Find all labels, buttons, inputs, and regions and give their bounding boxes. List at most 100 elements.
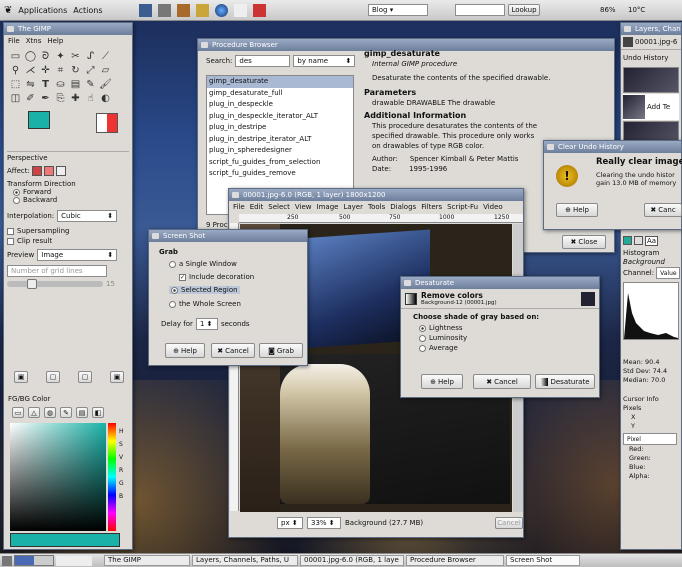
taskbar-item-layers[interactable]: Layers, Channels, Paths, U (192, 555, 298, 566)
list-item[interactable]: script_fu_guides_remove (207, 168, 353, 180)
menu-tools[interactable]: Tools (368, 203, 385, 211)
color-area[interactable] (10, 423, 106, 531)
show-desktop-icon[interactable] (2, 555, 12, 566)
active-image-thumb[interactable] (96, 113, 118, 133)
color-triangle-icon[interactable]: △ (28, 407, 40, 418)
launcher-icon[interactable] (138, 3, 152, 17)
include-decoration-check[interactable]: ✓ Include decoration (179, 273, 254, 281)
menu-view[interactable]: View (295, 203, 312, 211)
desaturate-button[interactable]: Desaturate (535, 374, 595, 389)
grid-lines-select[interactable]: Number of grid lines (7, 265, 107, 277)
clip-check[interactable]: Clip result (7, 237, 129, 245)
reset-options-button[interactable]: ▣ (110, 371, 124, 383)
airbrush-icon[interactable]: ✐ (23, 91, 38, 105)
scale-icon[interactable]: ⤢ (83, 63, 98, 77)
scissors-icon[interactable]: ✂ (68, 49, 83, 63)
taskbar-item-procedure-browser[interactable]: Procedure Browser (406, 555, 504, 566)
ink-icon[interactable]: ✒ (38, 91, 53, 105)
foreground-color[interactable] (28, 111, 50, 129)
save-options-button[interactable]: ▣ (14, 371, 28, 383)
help-button[interactable]: ⊕ Help (556, 203, 598, 217)
move-icon[interactable]: ✛ (38, 63, 53, 77)
list-item[interactable]: script_fu_guides_from_selection (207, 157, 353, 169)
bucket-icon[interactable]: ⛀ (53, 77, 68, 91)
single-window-radio[interactable]: a Single Window (169, 260, 237, 268)
ellipse-select-icon[interactable]: ◯ (23, 49, 38, 63)
wand-icon[interactable]: ✦ (53, 49, 68, 63)
procedure-search-input[interactable]: des (235, 55, 291, 67)
luminosity-radio[interactable]: Luminosity (401, 333, 599, 343)
undo-thumb[interactable] (623, 67, 679, 93)
clone-icon[interactable]: ⎘ (53, 91, 68, 105)
launcher-icon[interactable] (252, 3, 266, 17)
eraser-icon[interactable]: ◫ (8, 91, 23, 105)
lookup-button[interactable]: Lookup (508, 4, 540, 16)
unit-select[interactable]: px ⬍ (277, 517, 303, 529)
actions-menu[interactable]: Actions (73, 6, 102, 15)
lasso-icon[interactable]: ᘐ (38, 49, 53, 63)
delete-options-button[interactable]: ▢ (78, 371, 92, 383)
launcher-icon[interactable] (195, 3, 209, 17)
menu-video[interactable]: Video (483, 203, 503, 211)
supersampling-check[interactable]: Supersampling (7, 227, 129, 235)
paths-icon[interactable]: ᔑ (83, 49, 98, 63)
menu-file[interactable]: File (8, 37, 20, 45)
color-water-icon[interactable]: ▤ (76, 407, 88, 418)
menu-filters[interactable]: Filters (421, 203, 442, 211)
color-swatches[interactable] (8, 109, 128, 149)
color-wheel-icon[interactable]: ◍ (44, 407, 56, 418)
tray-icon[interactable] (56, 555, 92, 566)
menu-help[interactable]: Help (47, 37, 63, 45)
menu-layer[interactable]: Layer (343, 203, 363, 211)
taskbar-item-screenshot[interactable]: Screen Shot (506, 555, 580, 566)
applications-menu[interactable]: Applications (18, 6, 67, 15)
list-item[interactable]: plug_in_destripe (207, 122, 353, 134)
cancel-button[interactable]: ✖ Cancel (473, 374, 531, 389)
text-layer-icon[interactable]: Aa (645, 236, 659, 246)
list-item[interactable]: gimp_desaturate (207, 76, 353, 88)
average-radio[interactable]: Average (401, 343, 599, 353)
channel-select[interactable]: Value (656, 267, 681, 279)
list-item[interactable]: plug_in_spheredesigner (207, 145, 353, 157)
menu-scriptfu[interactable]: Script-Fu (447, 203, 478, 211)
color-pick-icon[interactable]: ◧ (92, 407, 104, 418)
flip-icon[interactable]: ⇋ (23, 77, 38, 91)
lightness-radio[interactable]: Lightness (401, 323, 599, 333)
menu-edit[interactable]: Edit (250, 203, 264, 211)
shear-icon[interactable]: ▱ (98, 63, 113, 77)
restore-options-button[interactable]: ▢ (46, 371, 60, 383)
launcher-icon[interactable] (176, 3, 190, 17)
dodge-icon[interactable]: ◐ (98, 91, 113, 105)
cancel-button[interactable]: ✖ Cancel (211, 343, 255, 358)
launcher-icon[interactable] (233, 3, 247, 17)
menu-xtns[interactable]: Xtns (26, 37, 42, 45)
backward-radio[interactable]: Backward (7, 196, 129, 204)
search-by-select[interactable]: by name ⬍ (293, 55, 356, 67)
menu-file[interactable]: File (233, 203, 245, 211)
blend-icon[interactable]: ▤ (68, 77, 83, 91)
interpolation-select[interactable]: Cubic ⬍ (57, 210, 118, 222)
launcher-icon[interactable] (157, 3, 171, 17)
list-item[interactable]: gimp_desaturate_full (207, 88, 353, 100)
color-brush-icon[interactable]: ✎ (60, 407, 72, 418)
crop-icon[interactable]: ⌗ (53, 63, 68, 77)
taskbar-item-image[interactable]: 00001.jpg-6.0 (RGB, 1 laye (300, 555, 404, 566)
blog-selector[interactable]: Blog ▾ (368, 4, 428, 16)
layer-color-swatch[interactable] (623, 236, 632, 245)
grid-slider[interactable] (7, 279, 103, 289)
grab-button[interactable]: ◙ Grab (259, 343, 303, 358)
cancel-button[interactable]: ✖ Canc (644, 203, 682, 217)
undo-item[interactable]: Add Te (623, 94, 679, 120)
zoom-select[interactable]: 33% ⬍ (307, 517, 341, 529)
workspace-switcher[interactable] (14, 555, 54, 566)
pixel-select[interactable]: Pixel (623, 433, 677, 445)
list-item[interactable]: plug_in_despeckle_iterator_ALT (207, 111, 353, 123)
menu-dialogs[interactable]: Dialogs (390, 203, 416, 211)
menu-image[interactable]: Image (317, 203, 339, 211)
measure-icon[interactable]: ⋌ (23, 63, 38, 77)
image-selector[interactable]: 00001.jpg-6 (635, 38, 677, 46)
lookup-input[interactable] (455, 4, 505, 16)
help-button[interactable]: ⊕ Help (165, 343, 205, 358)
affect-selection-icon[interactable] (43, 166, 54, 176)
preview-select[interactable]: Image ⬍ (37, 249, 118, 261)
